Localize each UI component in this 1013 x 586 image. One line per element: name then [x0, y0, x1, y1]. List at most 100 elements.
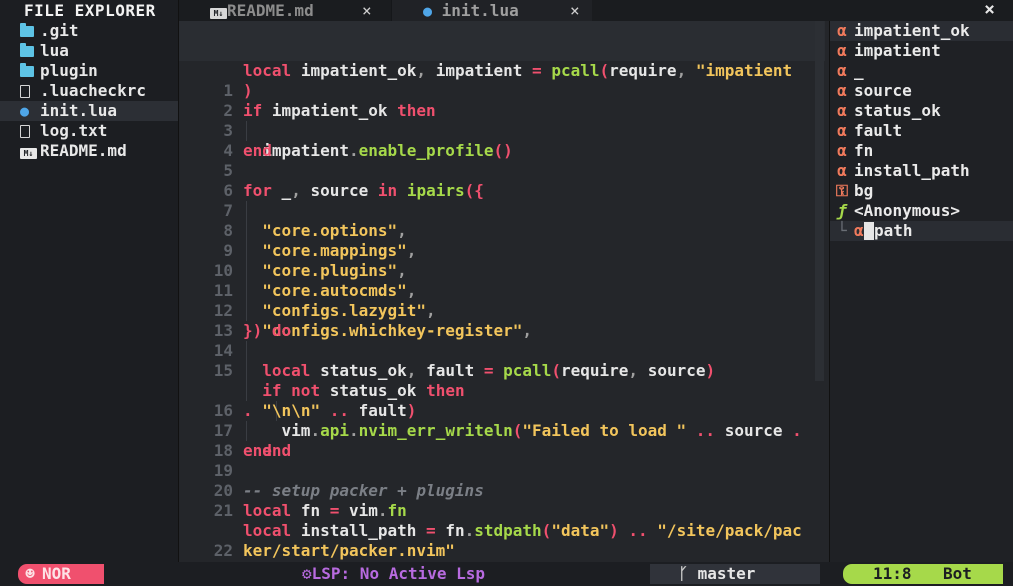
close-icon[interactable]: ×: [984, 0, 995, 20]
tree-item-init-lua[interactable]: ● init.lua: [0, 101, 178, 121]
tab-init-lua[interactable]: ● init.lua ×: [391, 0, 592, 21]
symbol-item[interactable]: α fault: [830, 121, 1013, 141]
text-cursor: [864, 222, 874, 240]
code-line[interactable]: 15 vim.api.nvim_err_writeln("Failed to l…: [179, 341, 825, 440]
git-branch-icon: ᚴ: [678, 564, 688, 583]
variable-icon: α: [837, 81, 847, 100]
tree-item-label: .luacheckrc: [40, 81, 146, 100]
tab-close-button[interactable]: ×: [362, 0, 372, 22]
code-line[interactable]: 11 "configs.whichkey-register",: [179, 261, 825, 340]
symbol-label: bg: [854, 181, 874, 200]
code-line[interactable]: 22: [179, 521, 825, 560]
tree-item-luacheckrc[interactable]: .luacheckrc: [0, 81, 178, 101]
code-line[interactable]: 5 for _, source in ipairs({: [179, 141, 825, 200]
variable-icon: α: [837, 161, 847, 180]
variable-icon: α: [837, 101, 847, 120]
cursor-position: 11:8 Bot: [843, 564, 1003, 584]
code-line[interactable]: 23 if fn.empty(fn.glob(install_path)) > …: [179, 541, 825, 562]
code-line[interactable]: 9 "core.autocmds",: [179, 221, 825, 300]
code-line[interactable]: 16 end: [179, 381, 825, 460]
position-label: 11:8: [873, 564, 912, 583]
key-icon: ⚿: [835, 181, 849, 200]
symbol-item[interactable]: α impatient: [830, 41, 1013, 61]
tree-item-readme[interactable]: M↓ README.md: [0, 141, 178, 161]
code-line-wrap[interactable]: ker/start/packer.nvim": [179, 501, 825, 560]
cat-icon: ☻: [25, 564, 35, 583]
variable-icon: α: [837, 121, 847, 140]
code-line[interactable]: 17 end: [179, 401, 825, 460]
symbols-outline: α impatient_ok α impatient α _ α source …: [829, 21, 1013, 562]
code-line[interactable]: 21 local install_path = fn.stdpath("data…: [179, 481, 825, 540]
code-line-wrap[interactable]: ): [179, 41, 825, 100]
tree-item-plugin[interactable]: plugin: [0, 61, 178, 81]
symbol-item[interactable]: α fn: [830, 141, 1013, 161]
file-icon: [20, 125, 30, 138]
gear-icon: ⚙: [302, 564, 312, 583]
code-line[interactable]: 19 -- setup packer + plugins: [179, 441, 825, 500]
folder-icon: [20, 23, 34, 37]
code-line[interactable]: 3 end: [179, 101, 825, 160]
tree-item-label: init.lua: [40, 101, 118, 120]
scroll-label: Bot: [943, 564, 972, 583]
tab-label: README.md: [227, 1, 314, 20]
code-line[interactable]: 12 }) do: [179, 281, 825, 340]
symbol-item[interactable]: ƒ <Anonymous>: [830, 201, 1013, 221]
lsp-status: ⚙LSP: No Active Lsp: [302, 564, 485, 584]
tree-item-label: log.txt: [40, 121, 108, 140]
symbol-label: status_ok: [854, 101, 941, 120]
lsp-label: LSP: No Active Lsp: [311, 564, 486, 583]
code-line[interactable]: 7 "core.mappings",: [179, 181, 825, 260]
branch-label: master: [697, 564, 756, 583]
code-line[interactable]: 20 local fn = vim.fn: [179, 461, 825, 520]
code-line[interactable]: 8 "core.plugins",: [179, 201, 825, 280]
symbol-label: path: [874, 221, 913, 240]
symbol-item[interactable]: α status_ok: [830, 101, 1013, 121]
tree-item-label: README.md: [40, 141, 127, 160]
outline-header: ×: [829, 0, 1013, 21]
symbol-item[interactable]: α impatient_ok: [830, 21, 1013, 41]
tree-item-label: .git: [40, 21, 79, 40]
tree-item-log-txt[interactable]: log.txt: [0, 121, 178, 141]
symbol-item[interactable]: ⚿ bg: [830, 181, 1013, 201]
symbol-item[interactable]: └ α path: [830, 221, 1013, 241]
variable-icon: α: [837, 61, 847, 80]
symbol-label: fn: [854, 141, 874, 160]
folder-icon: [20, 43, 34, 57]
code-editor[interactable]: 1 local impatient_ok, impatient = pcall(…: [179, 21, 825, 562]
variable-icon: α: [837, 21, 847, 40]
symbol-label: fault: [854, 121, 903, 140]
markdown-icon: M↓: [20, 148, 37, 159]
tab-close-button[interactable]: ×: [570, 0, 580, 22]
variable-icon: α: [837, 141, 847, 160]
status-line: ☻ NOR ⚙LSP: No Active Lsp ᚴ master 11:8 B…: [0, 562, 1013, 586]
tree-item-lua[interactable]: lua: [0, 41, 178, 61]
code-line[interactable]: 1 local impatient_ok, impatient = pcall(…: [179, 21, 825, 80]
lua-icon: ●: [20, 102, 30, 120]
mode-indicator: ☻ NOR: [18, 564, 104, 584]
code-line[interactable]: 2 impatient.enable_profile(): [179, 81, 825, 160]
editor-scrollbar[interactable]: [815, 21, 824, 381]
tab-readme[interactable]: M↓ README.md ×: [210, 0, 420, 21]
explorer-title: FILE EXPLORER: [24, 1, 156, 20]
tree-item-label: lua: [40, 41, 69, 60]
code-line[interactable]: 10 "configs.lazygit",: [179, 241, 825, 320]
git-branch: ᚴ master: [650, 564, 820, 584]
symbol-label: source: [854, 81, 912, 100]
tab-label: init.lua: [441, 1, 519, 20]
code-line[interactable]: 1 if impatient_ok then: [179, 61, 825, 120]
symbol-item[interactable]: α source: [830, 81, 1013, 101]
code-line[interactable]: 13 local status_ok, fault = pcall(requir…: [179, 301, 825, 380]
symbol-label: impatient: [854, 41, 941, 60]
symbol-label: install_path: [854, 161, 970, 180]
code-line[interactable]: 4: [179, 121, 825, 160]
symbol-item[interactable]: α install_path: [830, 161, 1013, 181]
variable-icon: α: [854, 221, 864, 240]
symbol-item[interactable]: α _: [830, 61, 1013, 81]
code-line[interactable]: 6 "core.options",: [179, 161, 825, 240]
code-line[interactable]: 14 if not status_ok then: [179, 321, 825, 400]
symbol-label: <Anonymous>: [854, 201, 960, 220]
symbol-label: _: [854, 61, 864, 80]
code-line-wrap[interactable]: . "\n\n" .. fault): [179, 361, 825, 420]
code-line[interactable]: 18: [179, 421, 825, 460]
tree-item-git[interactable]: .git: [0, 21, 178, 41]
